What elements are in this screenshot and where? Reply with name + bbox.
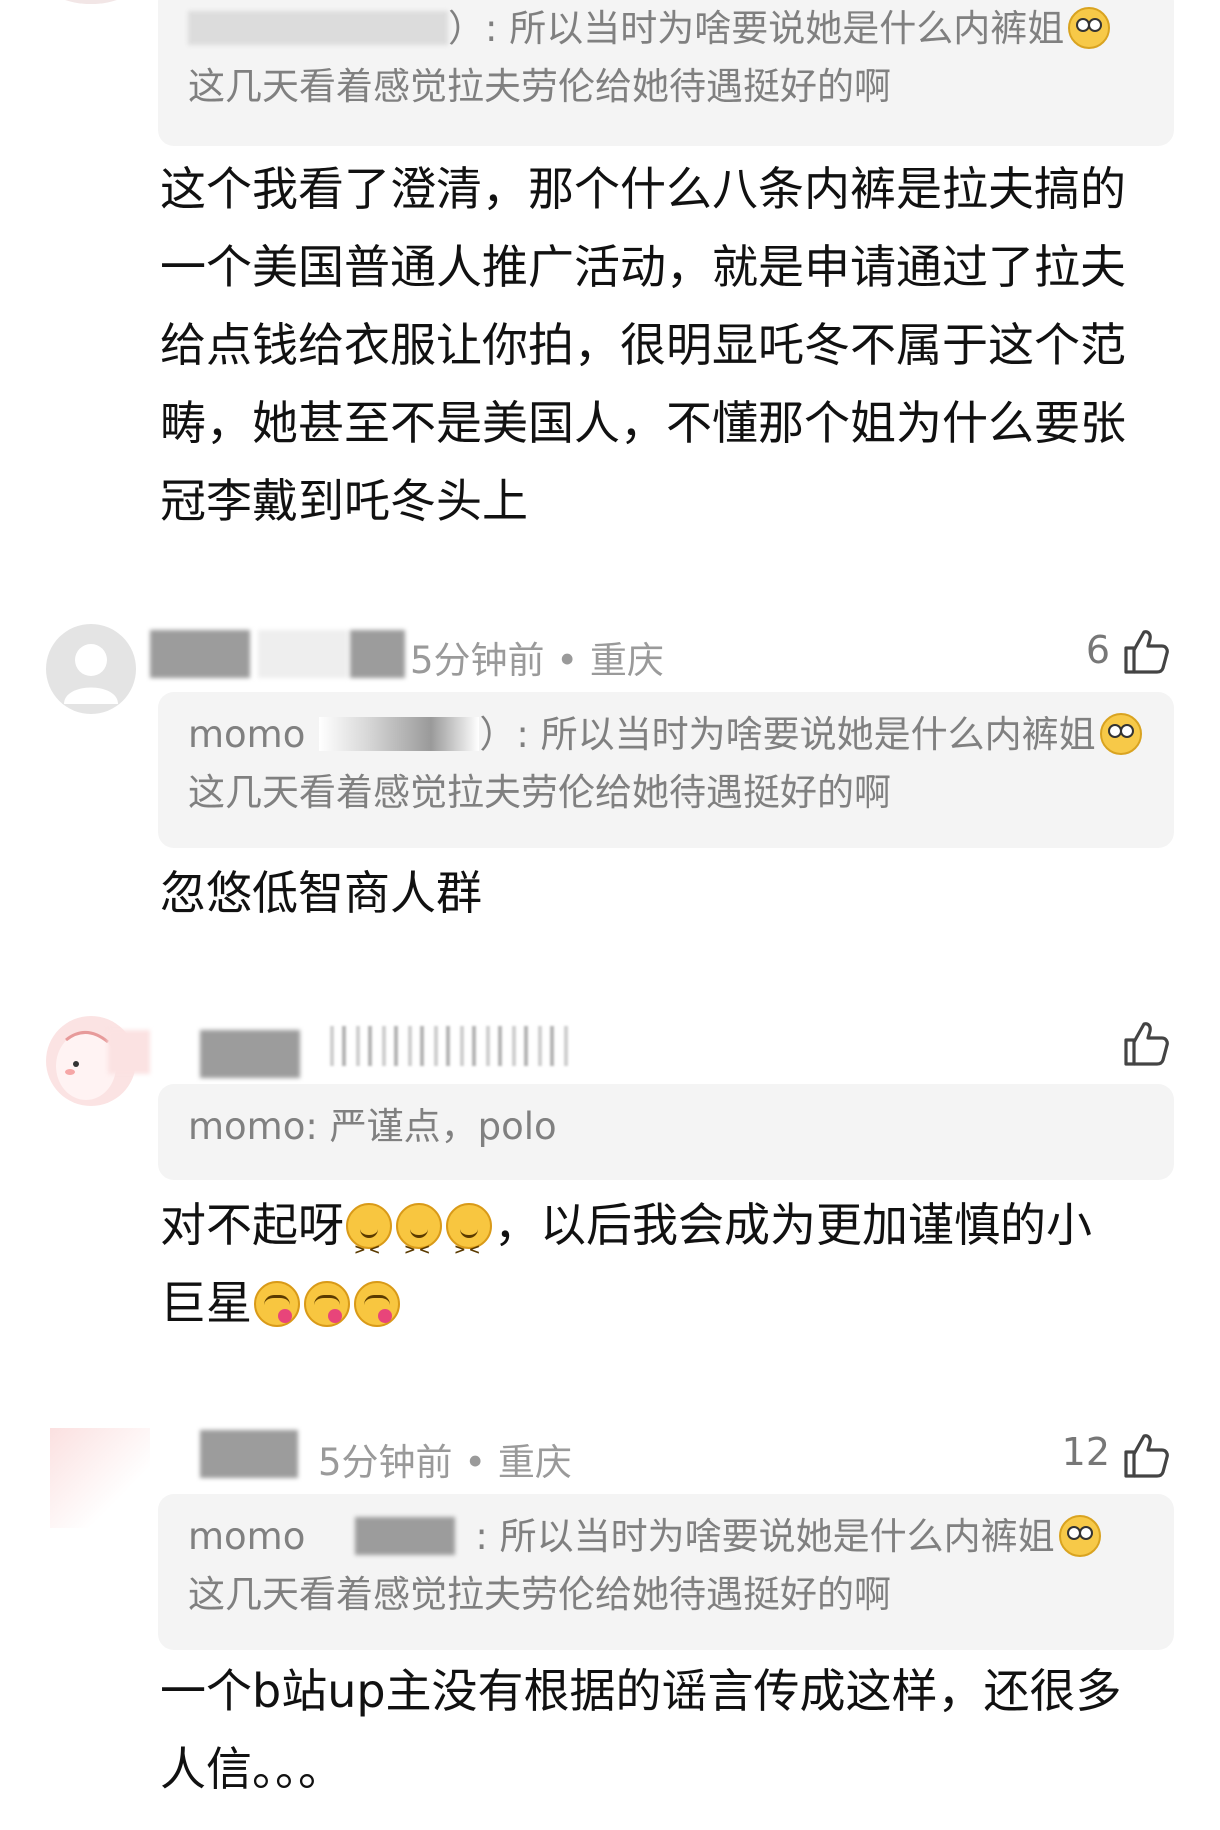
face-savoring-food-emoji <box>254 1281 300 1327</box>
redacted-username <box>188 11 448 45</box>
quote-line-1: momo）: 所以当时为啥要说她是什么内裤姐 <box>188 706 1146 764</box>
face-savoring-food-emoji <box>354 1281 400 1327</box>
redacted-username <box>200 1430 298 1478</box>
quote-line-2: 这几天看着感觉拉夫劳伦给她待遇挺好的啊 <box>188 65 891 108</box>
redacted-username <box>319 717 480 751</box>
quote-username: momo <box>188 1105 306 1148</box>
redacted-username <box>320 1026 570 1066</box>
quoted-reply: ）: 所以当时为啥要说她是什么内裤姐 这几天看着感觉拉夫劳伦给她待遇挺好的啊 <box>158 0 1174 146</box>
comment-meta: 5分钟前 • 重庆 <box>318 1441 572 1484</box>
quote-line-2: 这几天看着感觉拉夫劳伦给她待遇挺好的啊 <box>188 1573 891 1616</box>
redacted-username <box>150 630 250 678</box>
quote-line-1: ）: 所以当时为啥要说她是什么内裤姐 <box>188 0 1146 58</box>
comment-body: 一个b站up主没有根据的谣言传成这样，还很多 人信。。。 <box>160 1664 1122 1796</box>
comment-line: 对不起呀，以后我会成为更加谨慎的小 <box>160 1186 1180 1289</box>
avatar[interactable] <box>50 1428 150 1528</box>
flushed-face-emoji <box>1099 713 1142 755</box>
redacted-username <box>200 1030 300 1078</box>
quote-username: momo <box>188 713 306 756</box>
flushed-face-emoji <box>1068 7 1111 49</box>
redacted-username <box>108 1030 150 1074</box>
thumbs-up-outline-icon[interactable] <box>1120 626 1172 678</box>
quote-line-1: momo: 严谨点，polo <box>188 1105 557 1148</box>
redacted-username <box>258 630 348 678</box>
thumbs-up-outline-icon[interactable] <box>1120 1430 1172 1482</box>
redacted-username <box>350 630 405 678</box>
comment-body: 对不起呀，以后我会成为更加谨慎的小 巨星 <box>160 1186 1180 1342</box>
quote-username: momo <box>188 1515 306 1558</box>
avatar[interactable] <box>46 624 136 714</box>
quoted-reply: momo）: 所以当时为啥要说她是什么内裤姐 这几天看着感觉拉夫劳伦给她待遇挺好… <box>158 692 1174 848</box>
thumbs-up-outline-icon[interactable] <box>1120 1018 1172 1070</box>
comment-body: 忽悠低智商人群 <box>160 866 482 920</box>
like-count: 6 <box>1085 628 1110 672</box>
quoted-reply: momo: 所以当时为啥要说她是什么内裤姐 这几天看着感觉拉夫劳伦给她待遇挺好的… <box>158 1494 1174 1650</box>
like-count: 12 <box>1061 1430 1110 1474</box>
avatar[interactable] <box>46 0 136 4</box>
comment-body: 这个我看了澄清，那个什么八条内裤是拉夫搞的 一个美国普通人推广活动，就是申请通过… <box>160 162 1126 528</box>
face-savoring-food-emoji <box>304 1281 350 1327</box>
redacted-username <box>355 1517 456 1555</box>
comment-line: 巨星 <box>160 1264 1180 1342</box>
default-user-icon <box>64 644 118 704</box>
grinning-squinting-face-emoji <box>346 1203 392 1289</box>
comment-meta: 5分钟前 • 重庆 <box>410 639 664 682</box>
grinning-squinting-face-emoji <box>446 1203 492 1289</box>
grinning-squinting-face-emoji <box>396 1203 442 1289</box>
quote-line-2: 这几天看着感觉拉夫劳伦给她待遇挺好的啊 <box>188 771 891 814</box>
flushed-face-emoji <box>1058 1515 1101 1557</box>
quoted-reply: momo: 严谨点，polo <box>158 1084 1174 1180</box>
quote-line-1: momo: 所以当时为啥要说她是什么内裤姐 <box>188 1508 1146 1566</box>
